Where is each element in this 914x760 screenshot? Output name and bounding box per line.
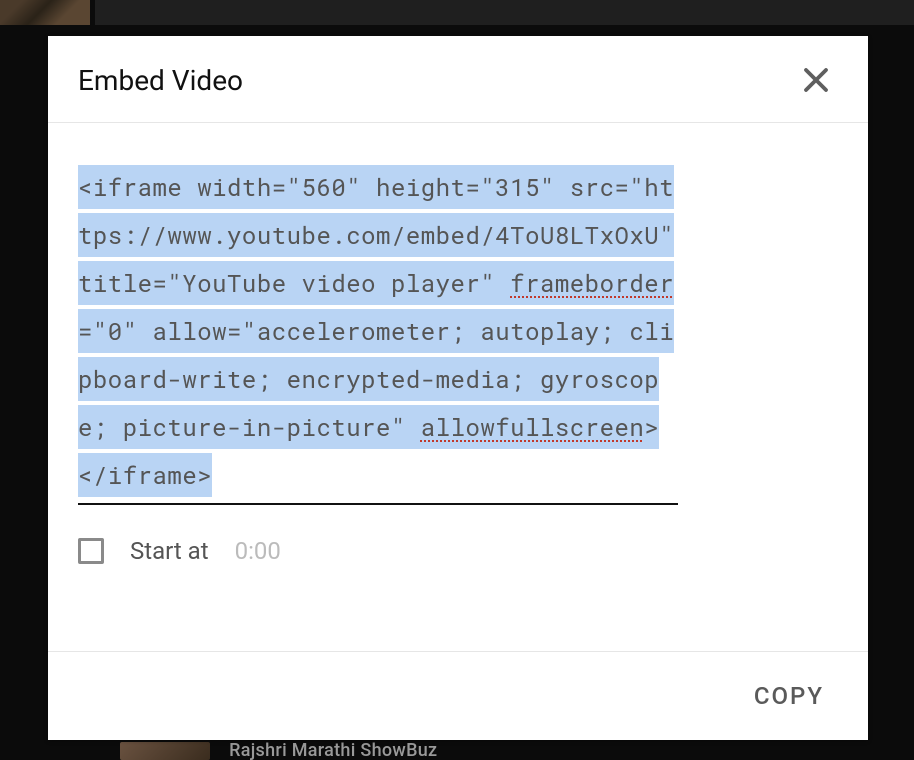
start-at-label: Start at — [130, 537, 209, 565]
embed-code-textarea[interactable]: <iframe width="560" height="315" src="ht… — [78, 153, 678, 505]
scroll-filler — [78, 565, 838, 651]
embed-code-misspelled-span: allowfullscreen — [421, 405, 645, 449]
close-icon — [801, 65, 831, 95]
close-button[interactable] — [794, 58, 838, 102]
dialog-header: Embed Video — [48, 36, 868, 122]
dialog-title: Embed Video — [78, 64, 243, 97]
modal-overlay: Embed Video <iframe width="560" height="… — [0, 0, 914, 760]
start-at-row: Start at 0:00 — [78, 537, 838, 565]
dialog-body-wrap: <iframe width="560" height="315" src="ht… — [48, 123, 868, 651]
dialog-footer: COPY — [48, 651, 868, 740]
embed-code-misspelled-span: frameborder — [510, 261, 674, 305]
copy-button[interactable]: COPY — [744, 674, 834, 718]
start-at-time-input[interactable]: 0:00 — [235, 537, 281, 565]
embed-video-dialog: Embed Video <iframe width="560" height="… — [48, 36, 868, 740]
start-at-checkbox[interactable] — [78, 538, 104, 564]
dialog-body-scroll[interactable]: <iframe width="560" height="315" src="ht… — [48, 123, 868, 651]
